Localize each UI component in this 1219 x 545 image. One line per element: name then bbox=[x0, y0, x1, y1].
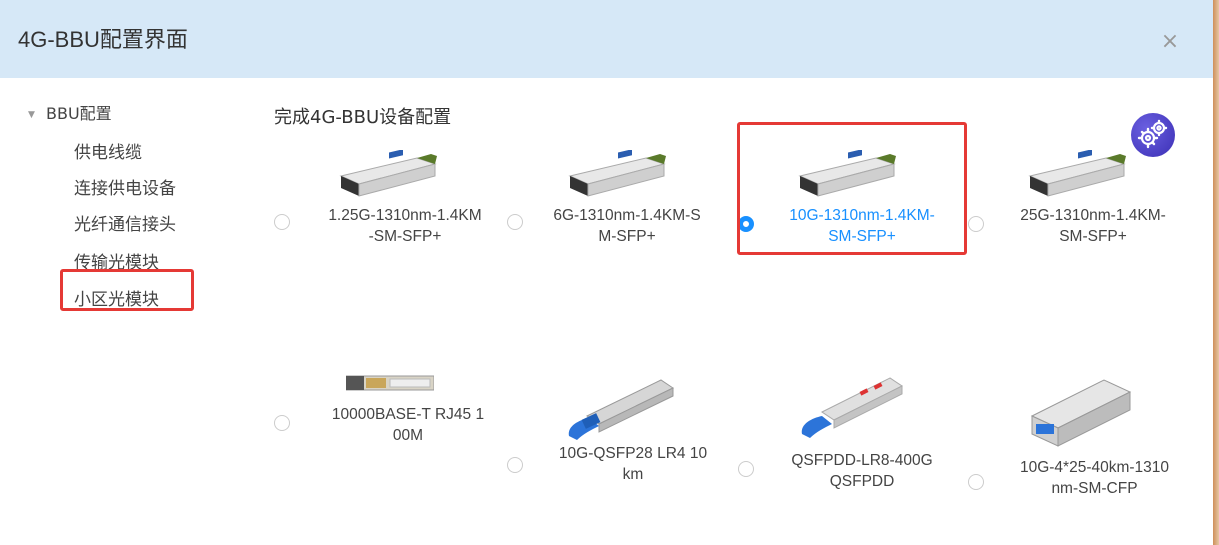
option-label[interactable]: 10G-4*25-40km-1310 nm-SM-CFP bbox=[992, 457, 1197, 499]
qsfpdd-module-icon bbox=[801, 377, 903, 438]
option-radio[interactable] bbox=[738, 461, 754, 477]
option-radio[interactable] bbox=[968, 474, 984, 490]
option-label[interactable]: 25G-1310nm-1.4KM- SM-SFP+ bbox=[993, 205, 1193, 247]
cfp-module-icon bbox=[1030, 379, 1132, 447]
option-label[interactable]: 6G-1310nm-1.4KM-S M-SFP+ bbox=[527, 205, 727, 247]
background-edge bbox=[1213, 0, 1219, 545]
option-label[interactable]: 10G-QSFP28 LR4 10 km bbox=[533, 443, 733, 485]
sfp-module-icon bbox=[1028, 150, 1126, 197]
tree-root-bbu[interactable]: ▼ BBU配置 bbox=[28, 100, 112, 124]
option-radio[interactable] bbox=[507, 457, 523, 473]
close-icon[interactable]: × bbox=[1158, 30, 1182, 54]
config-prompt: 完成4G-BBU设备配置 bbox=[274, 107, 452, 128]
option-radio[interactable] bbox=[274, 214, 290, 230]
option-label[interactable]: QSFPDD-LR8-400G QSFPDD bbox=[762, 450, 962, 492]
tree-item-power-device[interactable]: 连接供电设备 bbox=[74, 174, 176, 199]
option-label[interactable]: 10000BASE-T RJ45 1 00M bbox=[303, 404, 513, 446]
option-label[interactable]: 1.25G-1310nm-1.4KM -SM-SFP+ bbox=[300, 205, 510, 247]
annotation-highlight-option bbox=[737, 122, 967, 255]
tree-item-fiber-connector[interactable]: 光纤通信接头 bbox=[74, 210, 176, 235]
tree-root-label: BBU配置 bbox=[46, 104, 112, 123]
qsfp-module-icon bbox=[568, 379, 675, 440]
option-radio[interactable] bbox=[274, 415, 290, 431]
gear-icon[interactable] bbox=[1131, 113, 1175, 157]
dialog-title: 4G-BBU配置界面 bbox=[18, 27, 188, 52]
option-radio[interactable] bbox=[507, 214, 523, 230]
sfp-module-icon bbox=[339, 150, 437, 197]
rj45-module-icon bbox=[346, 375, 434, 391]
dialog-header: 4G-BBU配置界面 × bbox=[0, 0, 1213, 78]
tree-item-power-cable[interactable]: 供电线缆 bbox=[74, 138, 142, 163]
caret-down-icon[interactable]: ▼ bbox=[28, 110, 40, 120]
annotation-highlight-tree bbox=[60, 269, 194, 311]
option-radio[interactable] bbox=[968, 216, 984, 232]
sfp-module-icon bbox=[568, 150, 666, 197]
